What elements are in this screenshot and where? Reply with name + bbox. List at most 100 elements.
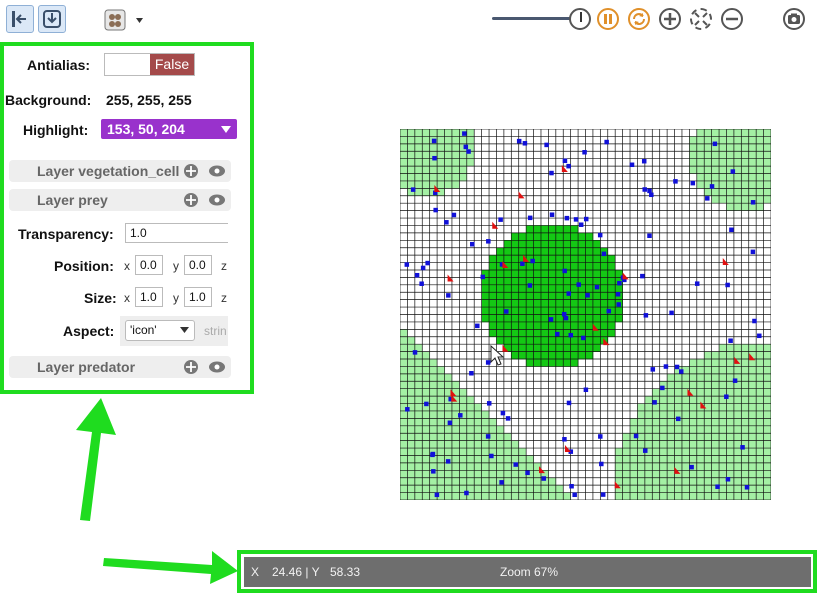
prey-agent xyxy=(566,163,571,169)
vegetation-cell xyxy=(592,336,601,345)
simulation-display[interactable] xyxy=(400,129,771,500)
vegetation-cell xyxy=(451,403,460,412)
vegetation-cell xyxy=(630,470,638,479)
vegetation-cell xyxy=(711,440,720,449)
vegetation-cell xyxy=(704,151,712,159)
vegetation-cell xyxy=(756,166,764,174)
prey-agent xyxy=(581,335,586,341)
vegetation-cell xyxy=(474,470,482,479)
vegetation-cell xyxy=(622,485,631,493)
vegetation-cell xyxy=(644,485,653,493)
vegetation-cell xyxy=(489,492,497,500)
vegetation-cell xyxy=(429,433,438,441)
vegetation-cell xyxy=(630,477,638,486)
vegetation-cell xyxy=(570,344,579,352)
vegetation-cell xyxy=(414,418,423,427)
vegetation-cell xyxy=(489,277,497,286)
vegetation-cell xyxy=(429,366,438,375)
vegetation-cell xyxy=(451,433,460,441)
prey-agent xyxy=(432,155,437,161)
vegetation-cell xyxy=(600,321,609,330)
vegetation-cell xyxy=(696,388,705,397)
vegetation-cell xyxy=(570,292,579,300)
prey-agent xyxy=(643,313,649,318)
vegetation-cell xyxy=(726,351,735,360)
vegetation-cell xyxy=(763,388,771,397)
predator-agent xyxy=(564,445,571,453)
vegetation-cell xyxy=(607,284,616,293)
vegetation-cell xyxy=(719,366,727,375)
vegetation-cell xyxy=(719,180,727,189)
vegetation-cell xyxy=(503,470,512,479)
vegetation-cell xyxy=(667,477,675,486)
vegetation-cell xyxy=(407,136,416,145)
vegetation-cell xyxy=(503,284,512,293)
vegetation-cell xyxy=(704,477,712,486)
vegetation-cell xyxy=(422,173,430,182)
vegetation-cell xyxy=(548,307,557,315)
vegetation-cell xyxy=(400,180,408,189)
vegetation-cell xyxy=(563,299,571,308)
vegetation-cell xyxy=(674,425,683,434)
vegetation-cell xyxy=(511,284,520,293)
vegetation-cell xyxy=(733,136,742,145)
vegetation-cell xyxy=(489,470,497,479)
vegetation-cell xyxy=(652,455,660,464)
vegetation-cell xyxy=(400,173,408,182)
vegetation-cell xyxy=(733,173,742,182)
vegetation-cell xyxy=(459,396,468,404)
vegetation-cell xyxy=(474,403,482,412)
vegetation-cell xyxy=(607,299,616,308)
vegetation-cell xyxy=(563,232,571,241)
vegetation-cell xyxy=(407,396,416,404)
vegetation-cell xyxy=(548,321,557,330)
vegetation-cell xyxy=(696,359,705,367)
vegetation-cell xyxy=(407,158,416,167)
vegetation-cell xyxy=(459,418,468,427)
vegetation-cell xyxy=(555,284,564,293)
vegetation-cell xyxy=(518,299,527,308)
vegetation-cell xyxy=(489,307,497,315)
vegetation-cell xyxy=(503,299,512,308)
vegetation-cell xyxy=(540,336,549,345)
prey-agent xyxy=(466,149,471,154)
vegetation-cell xyxy=(407,381,416,389)
vegetation-cell xyxy=(726,359,735,367)
vegetation-cell xyxy=(533,485,542,493)
vegetation-cell xyxy=(756,136,764,145)
vegetation-cell xyxy=(696,470,705,479)
vegetation-cell xyxy=(437,373,445,382)
vegetation-cell xyxy=(763,410,771,419)
vegetation-cell xyxy=(555,277,564,286)
vegetation-cell xyxy=(748,373,757,382)
vegetation-cell xyxy=(696,166,705,174)
vegetation-cell xyxy=(674,433,683,441)
vegetation-cell xyxy=(459,403,468,412)
prey-agent xyxy=(569,483,574,489)
vegetation-cell xyxy=(451,485,460,493)
vegetation-cell xyxy=(667,373,675,382)
vegetation-cell xyxy=(741,388,750,397)
vegetation-cell xyxy=(533,307,542,315)
prey-agent xyxy=(757,333,762,339)
vegetation-cell xyxy=(578,240,586,249)
vegetation-cell xyxy=(400,151,408,159)
vegetation-cell xyxy=(496,470,505,479)
vegetation-cell xyxy=(578,269,586,278)
prey-agent xyxy=(573,217,579,222)
vegetation-cell xyxy=(696,373,705,382)
vegetation-cell xyxy=(451,492,460,500)
vegetation-cell xyxy=(741,403,750,412)
vegetation-cell xyxy=(466,403,475,412)
vegetation-cell xyxy=(548,292,557,300)
vegetation-cell xyxy=(644,410,653,419)
vegetation-cell xyxy=(548,284,557,293)
vegetation-cell xyxy=(733,433,742,441)
vegetation-cell xyxy=(555,336,564,345)
vegetation-cell xyxy=(741,136,750,145)
vegetation-cell xyxy=(548,329,557,338)
vegetation-cell xyxy=(704,470,712,479)
vegetation-cell xyxy=(496,277,505,286)
vegetation-cell xyxy=(555,321,564,330)
vegetation-cell xyxy=(496,292,505,300)
